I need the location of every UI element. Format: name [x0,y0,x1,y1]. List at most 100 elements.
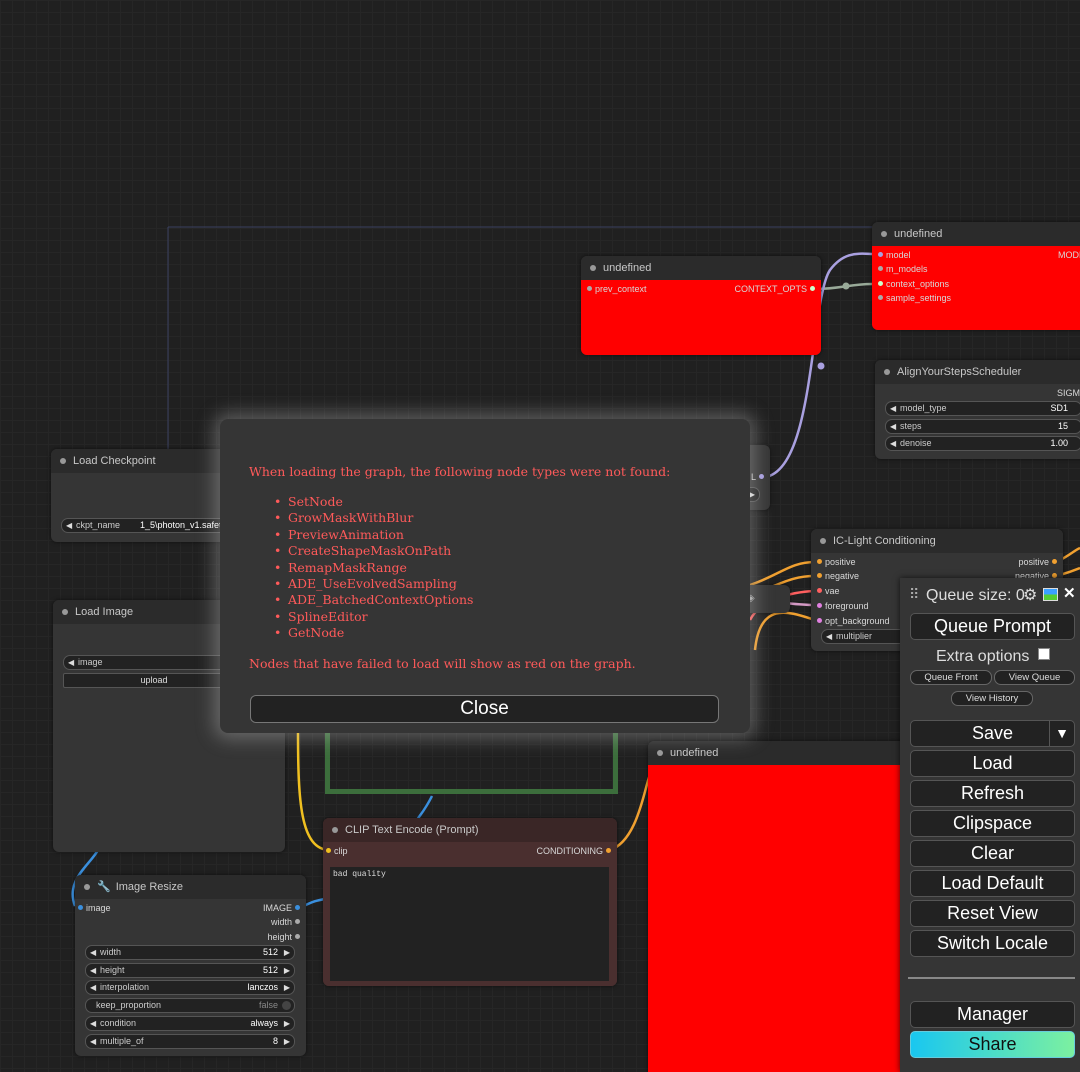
slot-dot[interactable] [295,905,300,910]
save-dropdown-arrow[interactable]: ▼ [1049,721,1074,746]
decrement-arrow-icon[interactable]: ◀ [66,519,72,532]
evolved-sampling-node[interactable]: undefined model m_models context_options… [872,222,1080,330]
gear-icon[interactable]: ⚙ [1023,585,1037,605]
gallery-icon[interactable] [1043,588,1058,601]
clear-button[interactable]: Clear [910,840,1075,867]
decrement-arrow-icon[interactable]: ◀ [890,402,896,415]
reset-view-button[interactable]: Reset View [910,900,1075,927]
decrement-arrow-icon[interactable]: ◀ [90,946,96,959]
slot-dot[interactable] [810,286,815,291]
interpolation-widget[interactable]: ◀ interpolation lanczos ▶ [85,980,295,995]
prompt-textarea[interactable]: bad quality [330,867,609,981]
slot-dot[interactable] [878,252,883,257]
keep-proportion-toggle[interactable]: keep_proportion false [85,998,295,1013]
input-slot-opt-background[interactable]: opt_background [817,615,890,627]
output-slot-image[interactable]: IMAGE [263,902,300,914]
input-slot-prev-context[interactable]: prev_context [587,283,647,295]
input-slot-sample-settings[interactable]: sample_settings [878,292,951,304]
upload-button[interactable]: upload [63,673,245,688]
increment-arrow-icon[interactable]: ▶ [284,1035,290,1048]
slot-dot[interactable] [326,848,331,853]
increment-arrow-icon[interactable]: ▶ [284,981,290,994]
decrement-arrow-icon[interactable]: ◀ [890,420,896,433]
ckpt-name-widget[interactable]: ◀ ckpt_name 1_5\photon_v1.safeti [61,518,226,533]
context-options-node[interactable]: undefined prev_context CONTEXT_OPTS [581,256,821,355]
slot-dot[interactable] [295,919,300,924]
steps-widget[interactable]: ◀ steps 15 [885,419,1080,434]
decrement-arrow-icon[interactable]: ◀ [90,981,96,994]
drag-handle-icon[interactable]: ⠿ [909,586,919,603]
slot-dot[interactable] [295,934,300,939]
slot-dot[interactable] [1052,559,1057,564]
image-select-widget[interactable]: ◀imageoldm [63,655,245,670]
slot-dot[interactable] [817,559,822,564]
extra-options-checkbox[interactable] [1037,648,1050,660]
queue-prompt-button[interactable]: Queue Prompt [910,613,1075,640]
node-title[interactable]: AlignYourStepsScheduler [875,360,1080,384]
slot-dot[interactable] [606,848,611,853]
width-widget[interactable]: ◀ width 512 ▶ [85,945,295,960]
output-slot-positive[interactable]: positive [1018,556,1057,568]
output-slot-width[interactable]: width [271,916,300,928]
slot-dot[interactable] [878,266,883,271]
close-icon[interactable]: ✕ [1063,584,1076,602]
slot-dot[interactable] [878,281,883,286]
output-slot-sigmas[interactable]: SIGM [1057,387,1080,399]
decrement-arrow-icon[interactable]: ◀ [890,437,896,450]
clipspace-button[interactable]: Clipspace [910,810,1075,837]
align-your-steps-node[interactable]: AlignYourStepsScheduler SIGM ◀ model_type… [875,360,1080,459]
input-slot-positive[interactable]: positive [817,556,856,568]
input-slot-context-options[interactable]: context_options [878,278,949,290]
slot-dot[interactable] [817,573,822,578]
input-slot-model[interactable]: model [878,249,911,261]
input-slot-negative[interactable]: negative [817,570,859,582]
load-default-button[interactable]: Load Default [910,870,1075,897]
node-title[interactable]: undefined [648,741,910,765]
denoise-widget[interactable]: ◀ denoise 1.00 [885,436,1080,451]
load-checkpoint-node[interactable]: Load Checkpoint ◀ ckpt_name 1_5\photon_v1.… [51,449,226,542]
node-title[interactable]: CLIP Text Encode (Prompt) [323,818,617,842]
slot-dot[interactable] [78,905,83,910]
output-slot-height[interactable]: height [267,931,300,943]
refresh-button[interactable]: Refresh [910,780,1075,807]
output-slot-conditioning[interactable]: CONDITIONING [537,845,611,857]
decrement-arrow-icon[interactable]: ◀ [826,630,832,643]
manager-button[interactable]: Manager [910,1001,1075,1028]
decrement-arrow-icon[interactable]: ◀ [90,1017,96,1030]
multiple-of-widget[interactable]: ◀ multiple_of 8 ▶ [85,1034,295,1049]
node-title[interactable]: Load Checkpoint [51,449,226,473]
node-title[interactable]: IC-Light Conditioning [811,529,1063,553]
load-button[interactable]: Load [910,750,1075,777]
node-title[interactable]: undefined [581,256,821,280]
slot-dot[interactable] [878,295,883,300]
increment-arrow-icon[interactable]: ▶ [284,946,290,959]
output-slot-context-opts[interactable]: CONTEXT_OPTS [734,283,815,295]
height-widget[interactable]: ◀ height 512 ▶ [85,963,295,978]
view-history-button[interactable]: View History [951,691,1033,706]
increment-arrow-icon[interactable]: ▶ [284,1017,290,1030]
decrement-arrow-icon[interactable]: ◀ [90,1035,96,1048]
slot-dot[interactable] [587,286,592,291]
slot-dot[interactable] [817,588,822,593]
model-type-widget[interactable]: ◀ model_type SD1 [885,401,1080,416]
output-slot[interactable]: L [751,471,764,483]
switch-locale-button[interactable]: Switch Locale [910,930,1075,957]
preview-animation-node[interactable]: undefined [648,741,910,1072]
close-button[interactable]: Close [250,695,719,723]
slot-dot[interactable] [759,474,764,479]
condition-widget[interactable]: ◀ condition always ▶ [85,1016,295,1031]
save-button[interactable]: Save ▼ [910,720,1075,747]
input-slot-m-models[interactable]: m_models [878,263,928,275]
decrement-arrow-icon[interactable]: ◀ [90,964,96,977]
increment-arrow-icon[interactable]: ▶ [284,964,290,977]
node-title[interactable]: undefined [872,222,1080,246]
node-title[interactable]: 🔧 Image Resize [75,875,306,899]
view-queue-button[interactable]: View Queue [994,670,1075,685]
slot-dot[interactable] [817,603,822,608]
share-button[interactable]: Share [910,1031,1075,1058]
input-slot-clip[interactable]: clip [326,845,348,857]
output-slot-model[interactable]: MODE [1058,249,1080,261]
input-slot-vae[interactable]: vae [817,585,840,597]
clip-text-encode-node[interactable]: CLIP Text Encode (Prompt) clip CONDITION… [323,818,617,986]
slot-dot[interactable] [817,618,822,623]
